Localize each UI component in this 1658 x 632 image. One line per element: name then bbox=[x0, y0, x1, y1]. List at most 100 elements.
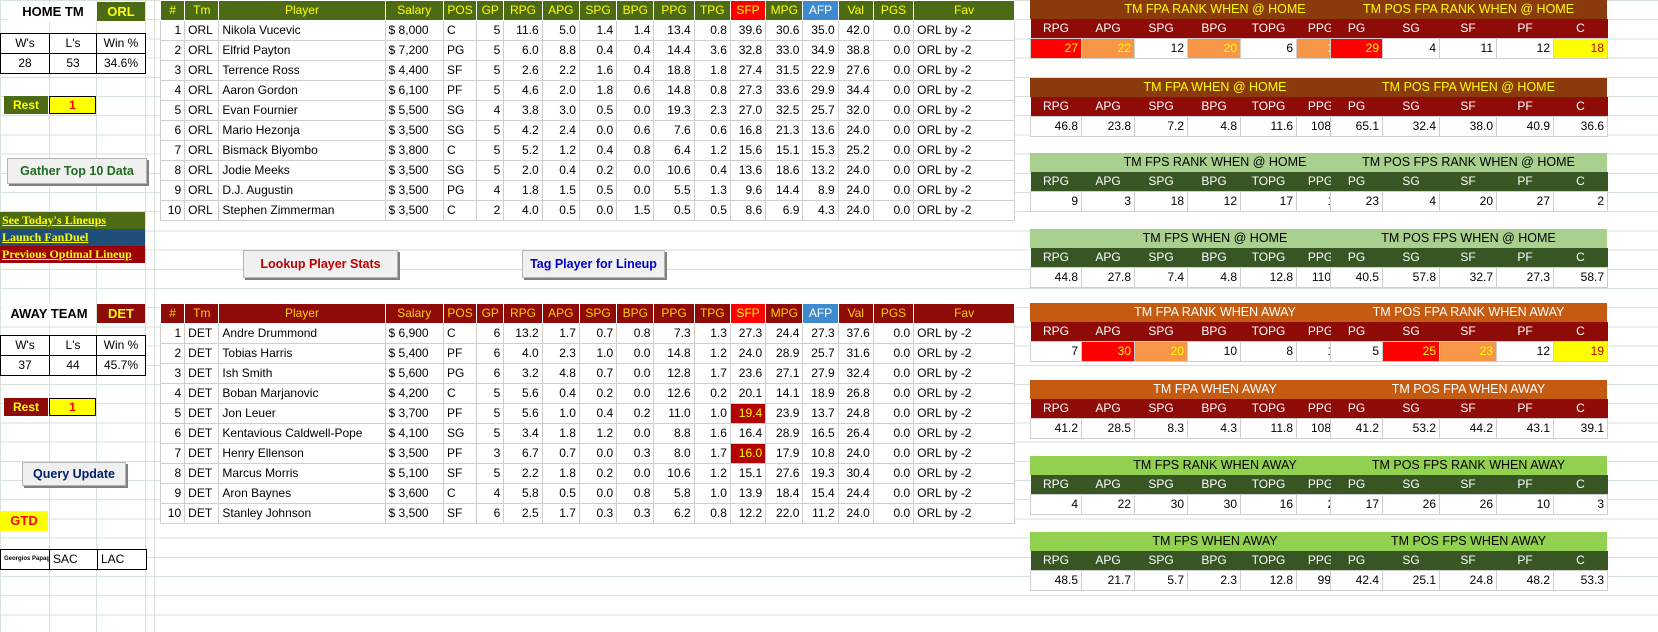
cell-apg[interactable]: 3.0 bbox=[541, 100, 580, 121]
cell-fav[interactable]: ORL by -2 bbox=[913, 363, 1015, 384]
cell-salary[interactable]: $ 5,400 bbox=[384, 343, 444, 364]
cell-pgs[interactable]: 0.0 bbox=[872, 443, 915, 464]
table-row[interactable]: 6 DET Kentavious Caldwell-Pope $ 4,100 SG 5 3.… bbox=[159, 423, 1015, 444]
column-header-apg[interactable]: APG bbox=[541, 0, 580, 21]
cell-val[interactable]: 26.8 bbox=[837, 383, 874, 404]
cell-sfp[interactable]: 24.0 bbox=[729, 343, 767, 364]
cell-salary[interactable]: $ 6,100 bbox=[384, 80, 444, 101]
cell-gp[interactable]: 6 bbox=[476, 503, 505, 524]
table-row[interactable]: 1 ORL Nikola Vucevic $ 8,000 C 5 11.6 5.0 1.4 1.4… bbox=[159, 20, 1015, 41]
cell-fav[interactable]: ORL by -2 bbox=[913, 200, 1015, 221]
cell-apg[interactable]: 1.2 bbox=[541, 140, 580, 161]
cell-salary[interactable]: $ 3,500 bbox=[384, 200, 444, 221]
cell-player[interactable]: Marcus Morris bbox=[218, 463, 386, 484]
cell-pos[interactable]: C bbox=[442, 383, 478, 404]
cell-fav[interactable]: ORL by -2 bbox=[913, 180, 1015, 201]
cell-afp[interactable]: 15.4 bbox=[802, 483, 839, 504]
cell-pgs[interactable]: 0.0 bbox=[872, 423, 915, 444]
column-header-apg[interactable]: APG bbox=[541, 303, 580, 324]
cell-player[interactable]: Evan Fournier bbox=[218, 100, 386, 121]
cell-gp[interactable]: 5 bbox=[476, 383, 505, 404]
cell-n[interactable]: 3 bbox=[159, 363, 186, 384]
cell-val[interactable]: 34.4 bbox=[837, 80, 874, 101]
cell-bpg[interactable]: 0.0 bbox=[616, 100, 655, 121]
cell-tpg[interactable]: 2.3 bbox=[693, 100, 731, 121]
cell-spg[interactable]: 0.2 bbox=[578, 463, 618, 484]
cell-apg[interactable]: 2.4 bbox=[541, 120, 580, 141]
cell-n[interactable]: 2 bbox=[159, 343, 186, 364]
cell-mpg[interactable]: 28.9 bbox=[765, 343, 804, 364]
column-header-gp[interactable]: GP bbox=[476, 0, 505, 21]
cell-bpg[interactable]: 1.4 bbox=[616, 20, 655, 41]
cell-tm[interactable]: ORL bbox=[184, 40, 220, 61]
column-header-sfp[interactable]: SFP bbox=[729, 303, 767, 324]
column-header-spg[interactable]: SPG bbox=[578, 0, 618, 21]
cell-ppg[interactable]: 7.3 bbox=[653, 323, 695, 344]
cell-player[interactable]: Elfrid Payton bbox=[218, 40, 386, 61]
table-row[interactable]: 4 DET Boban Marjanovic $ 4,200 C 5 5.6 0.4 0.2 0.… bbox=[159, 383, 1015, 404]
cell-tpg[interactable]: 0.5 bbox=[693, 200, 731, 221]
cell-ppg[interactable]: 8.0 bbox=[653, 443, 695, 464]
launch-fanduel-link[interactable]: Launch FanDuel bbox=[0, 229, 145, 246]
cell-pos[interactable]: SG bbox=[442, 160, 478, 181]
cell-gp[interactable]: 5 bbox=[476, 60, 505, 81]
cell-player[interactable]: Aron Baynes bbox=[218, 483, 386, 504]
cell-tpg[interactable]: 0.2 bbox=[693, 383, 731, 404]
cell-gp[interactable]: 5 bbox=[476, 463, 505, 484]
cell-pgs[interactable]: 0.0 bbox=[872, 200, 915, 221]
lookup-player-stats-button[interactable]: Lookup Player Stats bbox=[243, 250, 398, 278]
cell-val[interactable]: 38.8 bbox=[837, 40, 874, 61]
cell-mpg[interactable]: 33.0 bbox=[765, 40, 804, 61]
cell-pos[interactable]: PF bbox=[442, 403, 478, 424]
column-header-tm[interactable]: Tm bbox=[184, 303, 220, 324]
previous-optimal-lineup-link[interactable]: Previous Optimal Lineup bbox=[0, 246, 145, 263]
cell-val[interactable]: 24.8 bbox=[837, 403, 874, 424]
cell-player[interactable]: Jon Leuer bbox=[218, 403, 386, 424]
cell-bpg[interactable]: 0.3 bbox=[616, 443, 655, 464]
column-header-bpg[interactable]: BPG bbox=[616, 303, 655, 324]
cell-spg[interactable]: 0.7 bbox=[578, 363, 618, 384]
cell-fav[interactable]: ORL by -2 bbox=[913, 160, 1015, 181]
cell-rpg[interactable]: 2.2 bbox=[503, 463, 543, 484]
cell-gp[interactable]: 6 bbox=[476, 343, 505, 364]
table-row[interactable]: 7 DET Henry Ellenson $ 3,500 PF 3 6.7 0.7 0.0 0.3… bbox=[159, 443, 1015, 464]
cell-apg[interactable]: 0.4 bbox=[541, 160, 580, 181]
cell-tm[interactable]: ORL bbox=[184, 180, 220, 201]
cell-sfp[interactable]: 16.4 bbox=[729, 423, 767, 444]
cell-tm[interactable]: DET bbox=[184, 323, 220, 344]
cell-tpg[interactable]: 1.7 bbox=[693, 363, 731, 384]
cell-tm[interactable]: DET bbox=[184, 403, 220, 424]
cell-afp[interactable]: 34.9 bbox=[802, 40, 839, 61]
cell-pgs[interactable]: 0.0 bbox=[872, 343, 915, 364]
cell-mpg[interactable]: 27.6 bbox=[765, 463, 804, 484]
cell-player[interactable]: Aaron Gordon bbox=[218, 80, 386, 101]
cell-afp[interactable]: 19.3 bbox=[802, 463, 839, 484]
cell-spg[interactable]: 0.0 bbox=[578, 120, 618, 141]
cell-gp[interactable]: 5 bbox=[476, 140, 505, 161]
cell-spg[interactable]: 1.2 bbox=[578, 423, 618, 444]
cell-salary[interactable]: $ 3,800 bbox=[384, 140, 444, 161]
cell-n[interactable]: 7 bbox=[159, 140, 186, 161]
cell-tm[interactable]: ORL bbox=[184, 20, 220, 41]
cell-ppg[interactable]: 14.8 bbox=[653, 343, 695, 364]
cell-apg[interactable]: 0.5 bbox=[541, 483, 580, 504]
cell-tpg[interactable]: 0.8 bbox=[693, 20, 731, 41]
cell-n[interactable]: 7 bbox=[159, 443, 186, 464]
cell-bpg[interactable]: 0.0 bbox=[616, 343, 655, 364]
cell-mpg[interactable]: 22.0 bbox=[765, 503, 804, 524]
cell-tpg[interactable]: 1.8 bbox=[693, 60, 731, 81]
cell-spg[interactable]: 0.5 bbox=[578, 180, 618, 201]
cell-tpg[interactable]: 1.0 bbox=[693, 483, 731, 504]
cell-pos[interactable]: PG bbox=[442, 40, 478, 61]
cell-pos[interactable]: C bbox=[442, 323, 478, 344]
cell-pgs[interactable]: 0.0 bbox=[872, 483, 915, 504]
column-header-gp[interactable]: GP bbox=[476, 303, 505, 324]
cell-pos[interactable]: PG bbox=[442, 363, 478, 384]
see-lineups-link[interactable]: See Today's Lineups bbox=[0, 212, 145, 229]
cell-rpg[interactable]: 4.0 bbox=[503, 200, 543, 221]
column-header-player[interactable]: Player bbox=[218, 303, 386, 324]
cell-mpg[interactable]: 18.6 bbox=[765, 160, 804, 181]
cell-spg[interactable]: 0.0 bbox=[578, 200, 618, 221]
cell-afp[interactable]: 15.3 bbox=[802, 140, 839, 161]
cell-spg[interactable]: 0.4 bbox=[578, 40, 618, 61]
